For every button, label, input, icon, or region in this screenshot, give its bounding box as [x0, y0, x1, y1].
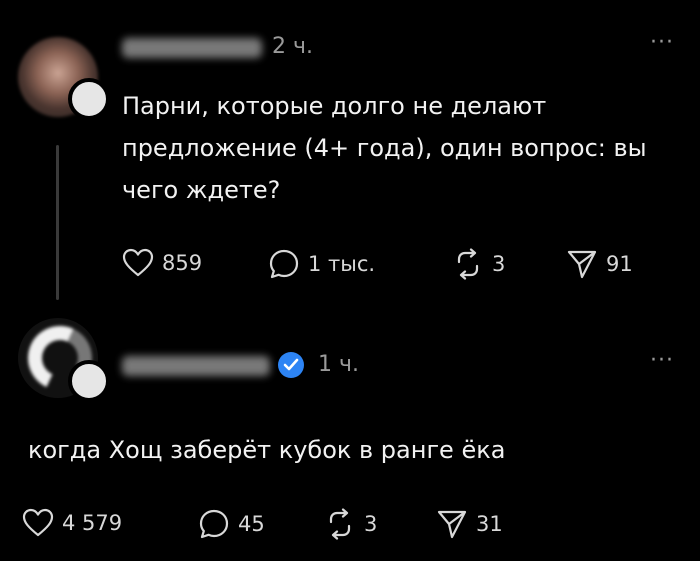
repost-button[interactable]: 3: [324, 508, 377, 540]
like-count: 4 579: [62, 511, 123, 535]
share-icon: [567, 250, 597, 279]
heart-icon: [22, 508, 54, 537]
like-button[interactable]: 4 579: [22, 508, 122, 538]
heart-icon: [122, 248, 154, 277]
verified-icon: [278, 352, 304, 378]
repost-button[interactable]: 3: [452, 248, 505, 280]
thread-line: [56, 145, 59, 300]
avatar-badge: [68, 360, 110, 402]
more-options-icon[interactable]: ···: [650, 30, 674, 55]
comment-button[interactable]: 1 тыс.: [268, 248, 375, 280]
comment-icon: [269, 249, 299, 279]
comment-button[interactable]: 45: [198, 508, 265, 540]
like-button[interactable]: 859: [122, 248, 202, 278]
repost-icon: [329, 508, 351, 540]
post-text: Парни, которые долго не делают предложен…: [122, 92, 647, 204]
repost-icon: [457, 248, 479, 280]
repost-count: 3: [364, 512, 378, 536]
comment-icon: [199, 509, 229, 539]
share-icon: [437, 510, 467, 539]
share-button[interactable]: 31: [436, 508, 503, 540]
avatar-badge: [68, 78, 110, 120]
like-count: 859: [162, 251, 203, 275]
reply-time: 1 ч.: [318, 352, 359, 377]
comment-count: 45: [238, 512, 265, 536]
reply-text: когда Хощ заберёт кубок в ранге ёка: [28, 436, 506, 464]
reply-username-blurred[interactable]: [122, 356, 270, 376]
share-button[interactable]: 91: [566, 248, 633, 280]
author-username-blurred[interactable]: [122, 38, 262, 58]
post-time: 2 ч.: [272, 34, 313, 59]
comment-count: 1 тыс.: [308, 252, 376, 276]
more-options-icon[interactable]: ···: [650, 348, 674, 373]
repost-count: 3: [492, 252, 506, 276]
share-count: 91: [606, 252, 633, 276]
share-count: 31: [476, 512, 503, 536]
